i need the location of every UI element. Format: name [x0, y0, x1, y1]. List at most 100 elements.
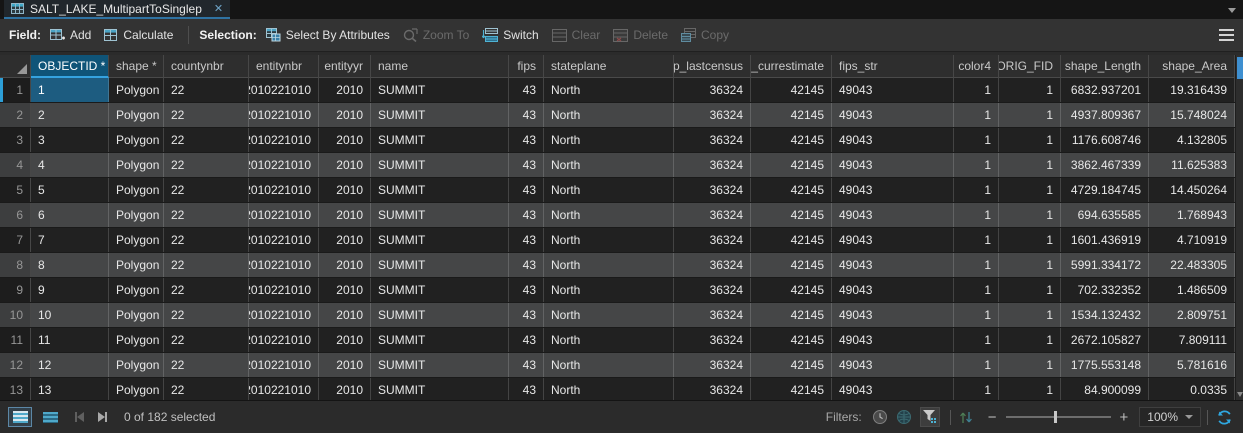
cell-color4[interactable]: 1 — [954, 203, 999, 227]
cell-color4[interactable]: 1 — [954, 253, 999, 277]
cell-objectid[interactable]: 5 — [31, 178, 109, 202]
row-number[interactable]: 5 — [0, 178, 31, 202]
cell-fips[interactable]: 43 — [509, 178, 544, 202]
cell-orig-fid[interactable]: 1 — [999, 203, 1061, 227]
zoom-level-dropdown[interactable]: 100% — [1139, 407, 1201, 427]
zoom-slider-thumb[interactable] — [1054, 411, 1057, 423]
cell-pop-currestimate[interactable]: 42145 — [751, 78, 832, 102]
cell-color4[interactable]: 1 — [954, 378, 999, 400]
cell-pop-currestimate[interactable]: 42145 — [751, 328, 832, 352]
cell-shape[interactable]: Polygon — [109, 78, 164, 102]
cell-shape-area[interactable]: 1.768943 — [1149, 203, 1235, 227]
row-number[interactable]: 13 — [0, 378, 31, 400]
cell-shape[interactable]: Polygon — [109, 128, 164, 152]
cell-shape-area[interactable]: 7.809111 — [1149, 328, 1235, 352]
row-number[interactable]: 12 — [0, 353, 31, 377]
row-number[interactable]: 11 — [0, 328, 31, 352]
cell-shape[interactable]: Polygon — [109, 103, 164, 127]
cell-orig-fid[interactable]: 1 — [999, 78, 1061, 102]
cell-fips-str[interactable]: 49043 — [832, 253, 954, 277]
cell-pop-currestimate[interactable]: 42145 — [751, 128, 832, 152]
cell-pop-lastcensus[interactable]: 36324 — [674, 228, 751, 252]
cell-objectid[interactable]: 8 — [31, 253, 109, 277]
cell-shape-area[interactable]: 22.483305 — [1149, 253, 1235, 277]
cell-name[interactable]: SUMMIT — [371, 128, 509, 152]
cell-entityyr[interactable]: 2010 — [319, 78, 371, 102]
cell-entitynbr[interactable]: 2010221010 — [249, 203, 319, 227]
cell-name[interactable]: SUMMIT — [371, 153, 509, 177]
cell-pop-lastcensus[interactable]: 36324 — [674, 378, 751, 400]
cell-shape-area[interactable]: 14.450264 — [1149, 178, 1235, 202]
cell-entitynbr[interactable]: 2010221010 — [249, 378, 319, 400]
range-filter-button[interactable] — [896, 409, 912, 425]
cell-color4[interactable]: 1 — [954, 328, 999, 352]
cell-objectid[interactable]: 10 — [31, 303, 109, 327]
column-header-entityyr[interactable]: entityyr — [319, 55, 371, 78]
cell-shape-area[interactable]: 11.625383 — [1149, 153, 1235, 177]
cell-fips[interactable]: 43 — [509, 228, 544, 252]
cell-fips[interactable]: 43 — [509, 278, 544, 302]
previous-record-button[interactable] — [75, 412, 84, 422]
cell-entitynbr[interactable]: 2010221010 — [249, 228, 319, 252]
cell-countynbr[interactable]: 22 — [164, 328, 249, 352]
cell-shape-length[interactable]: 1775.553148 — [1061, 353, 1149, 377]
cell-stateplane[interactable]: North — [544, 278, 674, 302]
cell-orig-fid[interactable]: 1 — [999, 228, 1061, 252]
cell-name[interactable]: SUMMIT — [371, 228, 509, 252]
cell-fips[interactable]: 43 — [509, 353, 544, 377]
cell-color4[interactable]: 1 — [954, 153, 999, 177]
cell-entityyr[interactable]: 2010 — [319, 178, 371, 202]
cell-shape-area[interactable]: 19.316439 — [1149, 78, 1235, 102]
tab-close-icon[interactable]: ✕ — [214, 2, 223, 15]
vertical-scrollbar-thumb[interactable] — [1237, 57, 1243, 79]
cell-shape-length[interactable]: 1176.608746 — [1061, 128, 1149, 152]
cell-fips[interactable]: 43 — [509, 378, 544, 400]
column-header-shape[interactable]: shape * — [109, 55, 164, 78]
cell-shape[interactable]: Polygon — [109, 328, 164, 352]
cell-fips-str[interactable]: 49043 — [832, 228, 954, 252]
cell-objectid[interactable]: 2 — [31, 103, 109, 127]
cell-name[interactable]: SUMMIT — [371, 303, 509, 327]
cell-shape-length[interactable]: 5991.334172 — [1061, 253, 1149, 277]
zoom-out-button[interactable]: − — [988, 410, 997, 425]
cell-entityyr[interactable]: 2010 — [319, 328, 371, 352]
select-all-corner[interactable] — [0, 55, 31, 78]
cell-countynbr[interactable]: 22 — [164, 128, 249, 152]
cell-fips-str[interactable]: 49043 — [832, 328, 954, 352]
row-number[interactable]: 9 — [0, 278, 31, 302]
column-header-entitynbr[interactable]: entitynbr — [249, 55, 319, 78]
cell-color4[interactable]: 1 — [954, 178, 999, 202]
cell-shape[interactable]: Polygon — [109, 278, 164, 302]
tab-salt-lake-multiparttosinglep[interactable]: SALT_LAKE_MultipartToSinglep ✕ — [4, 0, 230, 19]
cell-pop-lastcensus[interactable]: 36324 — [674, 78, 751, 102]
cell-name[interactable]: SUMMIT — [371, 278, 509, 302]
column-header-fips-str[interactable]: fips_str — [832, 55, 954, 78]
column-header-objectid[interactable]: OBJECTID * — [31, 55, 109, 78]
attribute-filter-button[interactable] — [920, 407, 940, 427]
cell-name[interactable]: SUMMIT — [371, 253, 509, 277]
cell-pop-lastcensus[interactable]: 36324 — [674, 303, 751, 327]
row-number[interactable]: 1 — [0, 78, 31, 102]
cell-pop-currestimate[interactable]: 42145 — [751, 228, 832, 252]
zoom-slider[interactable] — [1006, 410, 1111, 424]
add-field-button[interactable]: Add — [50, 28, 91, 42]
cell-countynbr[interactable]: 22 — [164, 353, 249, 377]
cell-name[interactable]: SUMMIT — [371, 328, 509, 352]
delete-selected-button[interactable]: Delete — [613, 28, 668, 42]
cell-shape-length[interactable]: 6832.937201 — [1061, 78, 1149, 102]
cell-shape-area[interactable]: 4.710919 — [1149, 228, 1235, 252]
cell-countynbr[interactable]: 22 — [164, 178, 249, 202]
cell-orig-fid[interactable]: 1 — [999, 128, 1061, 152]
cell-stateplane[interactable]: North — [544, 128, 674, 152]
row-number[interactable]: 10 — [0, 303, 31, 327]
cell-shape[interactable]: Polygon — [109, 378, 164, 400]
cell-orig-fid[interactable]: 1 — [999, 253, 1061, 277]
cell-color4[interactable]: 1 — [954, 78, 999, 102]
column-header-pop-lastcensus[interactable]: pop_lastcensus — [674, 55, 751, 78]
cell-entityyr[interactable]: 2010 — [319, 278, 371, 302]
cell-entitynbr[interactable]: 2010221010 — [249, 328, 319, 352]
cell-shape-area[interactable]: 5.781616 — [1149, 353, 1235, 377]
column-header-orig-fid[interactable]: ORIG_FID — [999, 55, 1061, 78]
cell-orig-fid[interactable]: 1 — [999, 328, 1061, 352]
cell-shape[interactable]: Polygon — [109, 303, 164, 327]
